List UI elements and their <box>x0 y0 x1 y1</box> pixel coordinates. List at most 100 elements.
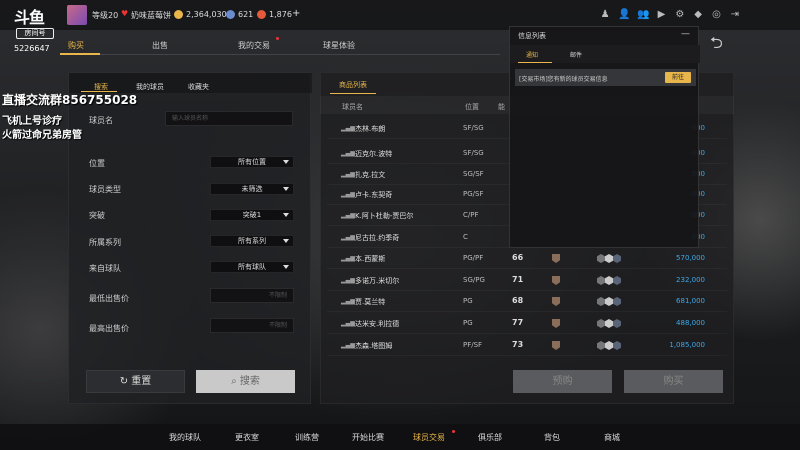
header-ovr[interactable]: 能 <box>498 102 505 112</box>
douyu-logo: 斗鱼 <box>14 8 45 27</box>
player-name: 达米安.利拉德 <box>355 320 400 328</box>
goto-button[interactable]: 前往 <box>665 72 691 83</box>
tab-product-list[interactable]: 商品列表 <box>330 77 376 94</box>
exit-icon[interactable]: ⇥ <box>730 9 740 20</box>
reset-button[interactable]: ↻ 重置 <box>86 370 185 393</box>
rank-badge-icon <box>552 341 560 350</box>
table-row[interactable]: ▂▄▆ 多诺万.米切尔 SG/PG 71 232,000 <box>327 271 727 291</box>
min-price-label: 最低出售价 <box>89 294 129 303</box>
tab-sell[interactable]: 出售 <box>152 40 168 51</box>
popup-tab-bar: 通知 邮件 <box>510 45 700 63</box>
breakthrough-label: 突破 <box>89 211 105 220</box>
shield-icon[interactable]: ◆ <box>693 9 703 20</box>
tab-star-experience[interactable]: 球星体验 <box>323 40 355 51</box>
player-price: 488,000 <box>676 319 705 327</box>
tab-favorites[interactable]: 收藏夹 <box>188 82 209 92</box>
position-select[interactable]: 所有位置 <box>210 156 294 168</box>
info-popup: 信息列表 — 通知 邮件 [交易市场]您有新的球员交易信息 前往 <box>509 26 700 248</box>
rank-badge-icon <box>552 254 560 263</box>
settings-icon[interactable]: ⚙ <box>675 9 685 20</box>
nav-shop[interactable]: 商城 <box>604 432 620 443</box>
notification-dot <box>452 430 455 433</box>
header-player-name[interactable]: 球员名 <box>342 102 363 112</box>
signal-icon: ▂▄▆ <box>341 298 355 305</box>
buy-button[interactable]: 购买 <box>624 370 723 393</box>
signal-icon: ▂▄▆ <box>341 150 355 157</box>
nav-my-team[interactable]: 我的球队 <box>169 432 201 443</box>
search-button[interactable]: ⌕ 搜索 <box>196 370 295 393</box>
video-icon[interactable]: ▶ <box>656 9 666 20</box>
tab-mail[interactable]: 邮件 <box>570 50 582 59</box>
signal-icon: ▂▄▆ <box>341 255 355 262</box>
tab-buy[interactable]: 购买 <box>68 40 84 51</box>
signal-icon: ▂▄▆ <box>341 320 355 327</box>
room-id: 5226647 <box>14 44 50 53</box>
player-name: K.阿卜杜勒-贾巴尔 <box>355 212 414 220</box>
preorder-button[interactable]: 预购 <box>513 370 612 393</box>
player-ovr: 77 <box>512 318 524 327</box>
signal-icon: ▂▄▆ <box>341 171 355 178</box>
search-label: 搜索 <box>239 376 260 387</box>
nav-player-trade[interactable]: 球员交易 <box>413 432 445 443</box>
max-price-input[interactable]: 不限制 <box>210 318 294 333</box>
nav-start-game[interactable]: 开始比赛 <box>352 432 384 443</box>
badge-icon <box>613 276 621 285</box>
player-position: PG <box>463 297 473 305</box>
stream-overlay-line2: 飞机上号诊疗 <box>2 116 62 127</box>
refresh-icon: ↻ <box>119 376 132 387</box>
nav-backpack[interactable]: 背包 <box>544 432 560 443</box>
notification-item[interactable]: [交易市场]您有新的球员交易信息 前往 <box>515 69 696 86</box>
diamond-amount: 621 <box>238 10 254 19</box>
player-position: SF/SG <box>463 149 484 157</box>
notification-icon[interactable]: ♟ <box>600 9 610 20</box>
friends-icon[interactable]: 👤 <box>618 9 630 20</box>
player-position: SG/SF <box>463 170 484 178</box>
badge-icon <box>613 297 621 306</box>
player-position: C <box>463 233 468 241</box>
tab-my-players[interactable]: 我的球员 <box>136 82 164 92</box>
player-ovr: 66 <box>512 253 524 262</box>
series-select[interactable]: 所有系列 <box>210 235 294 247</box>
nav-locker-room[interactable]: 更衣室 <box>235 432 259 443</box>
team-select[interactable]: 所有球队 <box>210 261 294 273</box>
nav-divider <box>60 54 500 55</box>
badge-icon <box>613 341 621 350</box>
breakthrough-select[interactable]: 突破1 <box>210 209 294 221</box>
badge-icon <box>605 254 613 263</box>
coin-icon <box>174 10 183 19</box>
reset-label: 重置 <box>131 376 152 387</box>
position-label: 位置 <box>89 159 105 168</box>
badge-icon <box>605 276 613 285</box>
nav-club[interactable]: 俱乐部 <box>478 432 502 443</box>
tab-notifications[interactable]: 通知 <box>526 50 538 59</box>
header-position[interactable]: 位置 <box>465 102 479 112</box>
table-row[interactable]: ▂▄▆ 达米安.利拉德 PG 77 488,000 <box>327 314 727 334</box>
tab-my-trades[interactable]: 我的交易 <box>238 40 270 51</box>
table-row[interactable]: ▂▄▆ 贾.莫兰特 PG 68 681,000 <box>327 292 727 312</box>
player-name-input[interactable]: 输入球员名称 <box>165 111 293 126</box>
back-arrow-icon[interactable]: ⮌ <box>710 32 723 59</box>
series-label: 所属系列 <box>89 238 121 247</box>
player-position: C/PF <box>463 211 479 219</box>
player-position: PF/SF <box>463 341 483 349</box>
badge-icon <box>597 319 605 328</box>
group-icon[interactable]: 👥 <box>637 9 649 20</box>
nickname: 奶味蓝莓饼 <box>131 11 171 20</box>
player-name: 多诺万.米切尔 <box>355 277 400 285</box>
badge-icon <box>605 297 613 306</box>
headset-icon[interactable]: ◎ <box>711 9 721 20</box>
table-row[interactable]: ▂▄▆ 杰森.塔图姆 PF/SF 73 1,085,000 <box>327 336 727 356</box>
player-position: SG/PG <box>463 276 485 284</box>
add-currency-button[interactable]: + <box>292 8 300 19</box>
signal-icon: ▂▄▆ <box>341 125 355 132</box>
player-price: 570,000 <box>676 254 705 262</box>
minimize-icon[interactable]: — <box>681 29 690 39</box>
top-icon-bar: ♟ 👤 👥 ▶ ⚙ ◆ ◎ ⇥ <box>600 9 740 21</box>
player-type-select[interactable]: 未筛选 <box>210 183 294 195</box>
min-price-input[interactable]: 不限制 <box>210 288 294 303</box>
signal-icon: ▂▄▆ <box>341 342 355 349</box>
avatar[interactable] <box>67 5 87 25</box>
table-row[interactable]: ▂▄▆ 本.西蒙斯 PG/PF 66 570,000 <box>327 249 727 269</box>
nav-training-camp[interactable]: 训练营 <box>295 432 319 443</box>
stream-overlay-line3: 火箭过命兄弟房管 <box>2 130 82 141</box>
